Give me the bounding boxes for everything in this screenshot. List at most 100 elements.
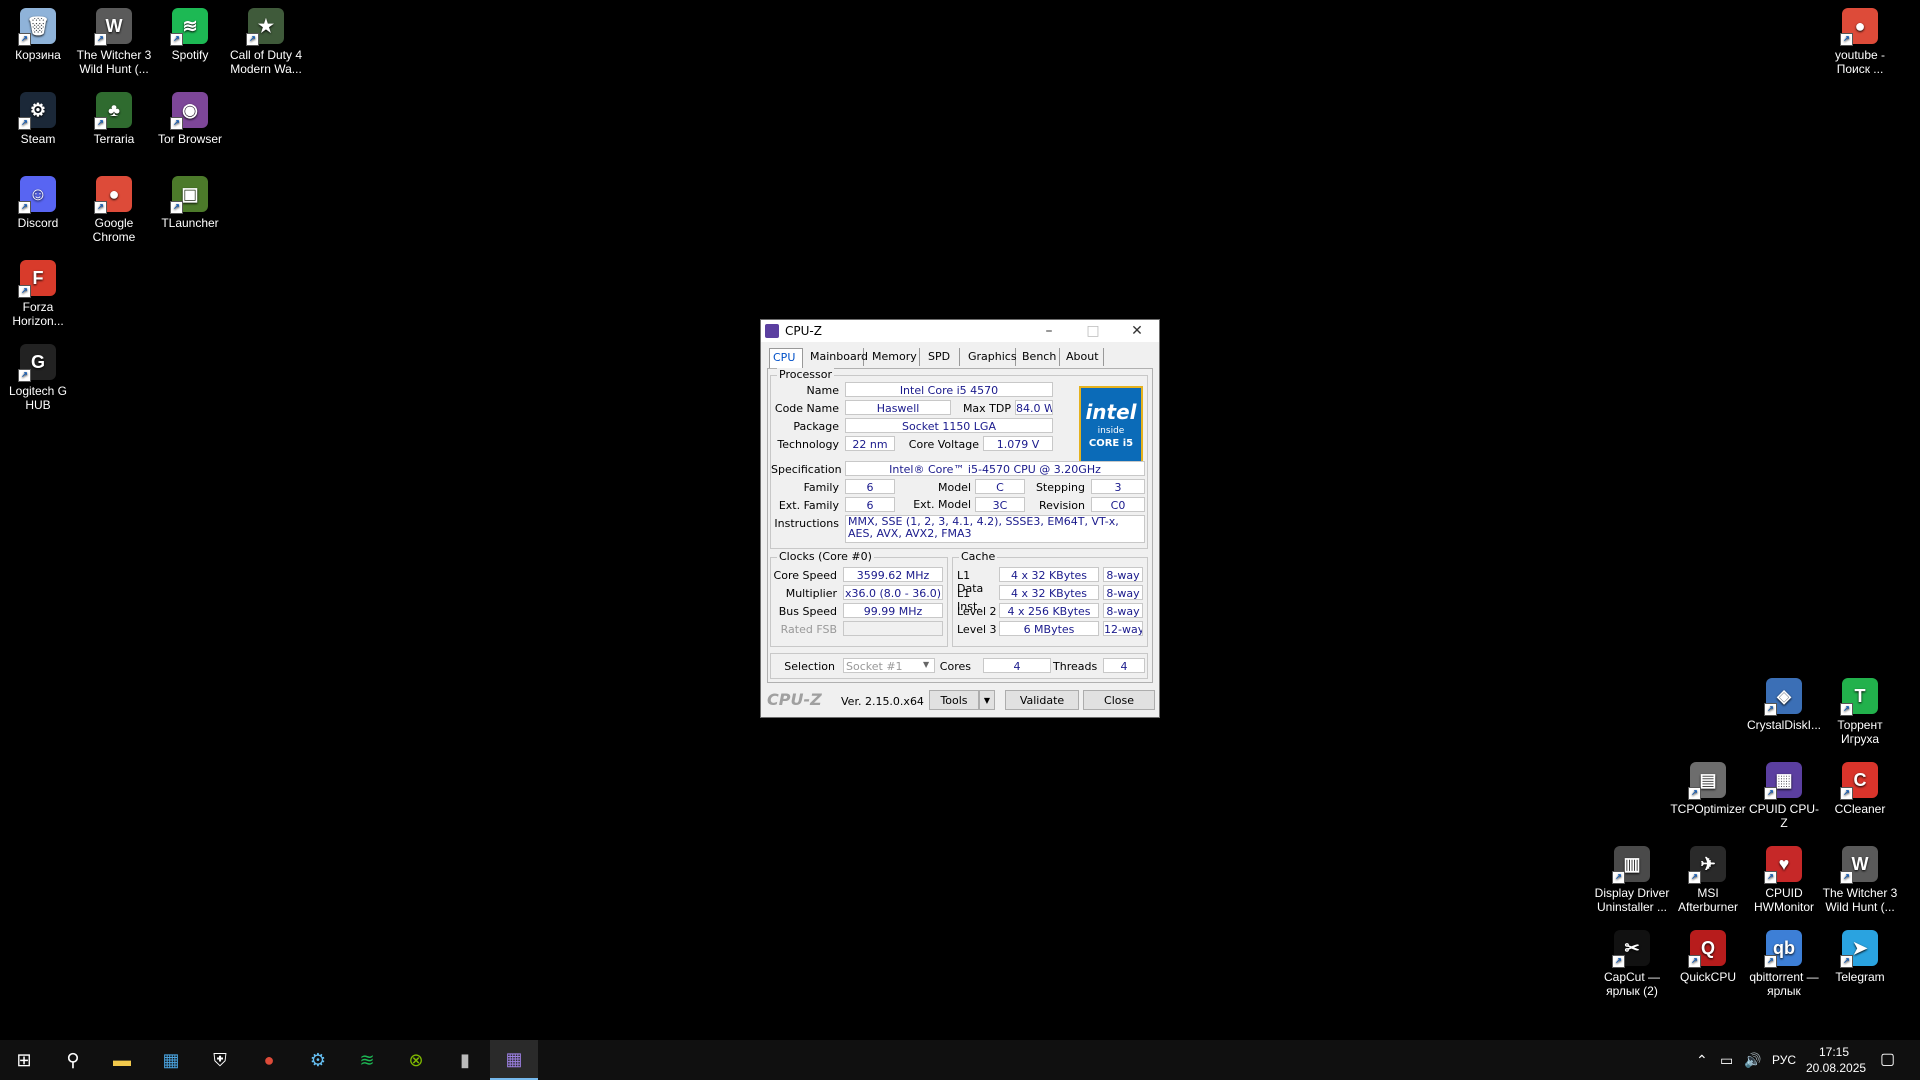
steam-app[interactable]: ⚙ bbox=[294, 1040, 342, 1080]
desktop-icon-label: TCPOptimizer bbox=[1670, 802, 1746, 816]
cache-way: 8-way bbox=[1103, 603, 1143, 618]
tab-bench[interactable]: Bench bbox=[1019, 348, 1060, 366]
tools-button[interactable]: Tools bbox=[929, 690, 979, 710]
revision-value: C0 bbox=[1091, 497, 1145, 512]
security-app[interactable]: ⛨ bbox=[196, 1040, 244, 1080]
torrent-igruha-icon: T ↗ bbox=[1840, 678, 1878, 716]
processor-group-title: Processor bbox=[777, 368, 834, 381]
cpuz-app[interactable]: ▦ bbox=[490, 1040, 538, 1080]
desktop-icon-left-5[interactable]: ♣ ↗ Terraria bbox=[76, 92, 152, 146]
maximize-button[interactable]: □ bbox=[1071, 320, 1115, 342]
desktop-icon-right-10[interactable]: Q ↗ QuickCPU bbox=[1670, 930, 1746, 984]
chrome-app[interactable]: ● bbox=[245, 1040, 293, 1080]
desktop-icon-left-0[interactable]: 🗑 ↗ Корзина bbox=[0, 8, 76, 62]
cpuz-footer-brand: CPU-Z bbox=[767, 690, 822, 709]
desktop-icon-right-3[interactable]: ▦ ↗ CPUID CPU-Z bbox=[1746, 762, 1822, 830]
desktop-icon-youtube[interactable]: ● ↗ youtube - Поиск ... bbox=[1822, 8, 1898, 76]
xbox-app[interactable]: ⊗ bbox=[392, 1040, 440, 1080]
desktop-icon-right-4[interactable]: C ↗ CCleaner bbox=[1822, 762, 1898, 816]
shortcut-arrow-icon: ↗ bbox=[1840, 703, 1853, 716]
chevron-up-icon[interactable]: ⌃ bbox=[1696, 1040, 1708, 1080]
tools-dropdown-button[interactable]: ▼ bbox=[979, 690, 995, 710]
version-label: Ver. 2.15.0.x64 bbox=[841, 695, 924, 708]
desktop-icon-right-11[interactable]: qb ↗ qbittorrent — ярлык bbox=[1746, 930, 1822, 998]
desktop-icon-left-2[interactable]: ≋ ↗ Spotify bbox=[152, 8, 228, 62]
cache-way: 8-way bbox=[1103, 567, 1143, 582]
clock[interactable]: 17:15 20.08.2025 bbox=[1806, 1044, 1866, 1076]
desktop-icon-right-12[interactable]: ➤ ↗ Telegram bbox=[1822, 930, 1898, 984]
desktop-icon-right-8[interactable]: W ↗ The Witcher 3 Wild Hunt (... bbox=[1822, 846, 1898, 914]
socket-select[interactable]: Socket #1 bbox=[843, 658, 935, 673]
cache-size: 4 x 256 KBytes bbox=[999, 603, 1099, 618]
package-value: Socket 1150 LGA bbox=[845, 418, 1053, 433]
clocks-group: Clocks (Core #0) Core Speed 3599.62 MHz … bbox=[770, 550, 948, 647]
selection-row: Selection Socket #1 ▼ Cores 4 Threads 4 bbox=[770, 653, 1148, 679]
cod4-icon: ★ ↗ bbox=[246, 8, 284, 46]
desktop-icon-right-2[interactable]: ▤ ↗ TCPOptimizer bbox=[1670, 762, 1746, 816]
tab-memory[interactable]: Memory bbox=[869, 348, 920, 366]
desktop-icon-right-9[interactable]: ✂ ↗ CapCut — ярлык (2) bbox=[1594, 930, 1670, 998]
desktop-icon-left-1[interactable]: W ↗ The Witcher 3 Wild Hunt (... bbox=[76, 8, 152, 76]
tab-about[interactable]: About bbox=[1063, 348, 1104, 366]
name-label: Name bbox=[806, 384, 839, 397]
desktop-icon-left-4[interactable]: ⚙ ↗ Steam bbox=[0, 92, 76, 146]
usb-app[interactable]: ▮ bbox=[441, 1040, 489, 1080]
close-button[interactable]: Close bbox=[1083, 690, 1155, 710]
validate-button[interactable]: Validate bbox=[1005, 690, 1079, 710]
calculator-app[interactable]: ▦ bbox=[147, 1040, 195, 1080]
tab-graphics[interactable]: Graphics bbox=[965, 348, 1017, 366]
desktop-icon-right-5[interactable]: ▥ ↗ Display Driver Uninstaller ... bbox=[1594, 846, 1670, 914]
technology-value: 22 nm bbox=[845, 436, 895, 451]
cache-way: 8-way bbox=[1103, 585, 1143, 600]
desktop-icon-left-8[interactable]: ● ↗ Google Chrome bbox=[76, 176, 152, 244]
desktop-icon-right-6[interactable]: ✈ ↗ MSI Afterburner bbox=[1670, 846, 1746, 914]
desktop-icon-right-1[interactable]: T ↗ Торрент Игруха bbox=[1822, 678, 1898, 746]
shortcut-arrow-icon: ↗ bbox=[18, 369, 31, 382]
tcpoptimizer-icon: ▤ ↗ bbox=[1688, 762, 1726, 800]
tab-spd[interactable]: SPD bbox=[925, 348, 960, 366]
cpuz-window: CPU-Z – □ ✕ CPU Mainboard Memory SPD Gra… bbox=[760, 319, 1160, 718]
shortcut-arrow-icon: ↗ bbox=[1764, 787, 1777, 800]
desktop-icon-left-3[interactable]: ★ ↗ Call of Duty 4 Modern Wa... bbox=[228, 8, 304, 76]
cpuz-app-icon bbox=[765, 324, 779, 338]
desktop-icon-left-7[interactable]: ☺ ↗ Discord bbox=[0, 176, 76, 230]
ddu-icon: ▥ ↗ bbox=[1612, 846, 1650, 884]
desktop-icon-right-0[interactable]: ◈ ↗ CrystalDiskI... bbox=[1746, 678, 1822, 732]
chrome-shortcut-icon: ● ↗ bbox=[1840, 8, 1878, 46]
volume-icon[interactable]: 🔊 bbox=[1744, 1040, 1761, 1080]
desktop-icon-left-9[interactable]: ▣ ↗ TLauncher bbox=[152, 176, 228, 230]
cache-size: 4 x 32 KBytes bbox=[999, 567, 1099, 582]
title-bar[interactable]: CPU-Z – □ ✕ bbox=[761, 320, 1159, 342]
spec-label: Specification bbox=[771, 463, 842, 476]
desktop-icon-left-10[interactable]: F ↗ Forza Horizon... bbox=[0, 260, 76, 328]
cache-size: 6 MBytes bbox=[999, 621, 1099, 636]
network-icon[interactable]: ▭ bbox=[1720, 1040, 1733, 1080]
chevron-down-icon: ▼ bbox=[923, 660, 930, 669]
tab-cpu[interactable]: CPU bbox=[769, 348, 803, 369]
desktop-icon-left-6[interactable]: ◉ ↗ Tor Browser bbox=[152, 92, 228, 146]
close-window-button[interactable]: ✕ bbox=[1115, 320, 1159, 342]
notifications-icon[interactable]: ▢ bbox=[1880, 1040, 1895, 1080]
desktop-icon-right-7[interactable]: ♥ ↗ CPUID HWMonitor bbox=[1746, 846, 1822, 914]
search-button[interactable]: ⚲ bbox=[49, 1040, 97, 1080]
family-label: Family bbox=[803, 481, 839, 494]
shortcut-arrow-icon: ↗ bbox=[1688, 787, 1701, 800]
desktop-icon-left-11[interactable]: G ↗ Logitech G HUB bbox=[0, 344, 76, 412]
language-indicator[interactable]: РУС bbox=[1772, 1040, 1796, 1080]
shortcut-arrow-icon: ↗ bbox=[1612, 871, 1625, 884]
desktop-icon-label: Forza Horizon... bbox=[12, 300, 64, 328]
shortcut-arrow-icon: ↗ bbox=[1612, 955, 1625, 968]
clock-time: 17:15 bbox=[1818, 1045, 1850, 1059]
desktop-icon-label: Telegram bbox=[1835, 970, 1885, 984]
cores-value: 4 bbox=[983, 658, 1051, 673]
tab-mainboard[interactable]: Mainboard bbox=[807, 348, 868, 366]
shortcut-arrow-icon: ↗ bbox=[18, 117, 31, 130]
minimize-button[interactable]: – bbox=[1027, 320, 1071, 342]
corespeed-value: 3599.62 MHz bbox=[843, 567, 943, 582]
file-explorer[interactable]: ▬ bbox=[98, 1040, 146, 1080]
shortcut-arrow-icon: ↗ bbox=[94, 33, 107, 46]
spotify-app[interactable]: ≋ bbox=[343, 1040, 391, 1080]
hwmonitor-icon: ♥ ↗ bbox=[1764, 846, 1802, 884]
start-button[interactable]: ⊞ bbox=[0, 1040, 48, 1080]
shortcut-arrow-icon: ↗ bbox=[170, 201, 183, 214]
